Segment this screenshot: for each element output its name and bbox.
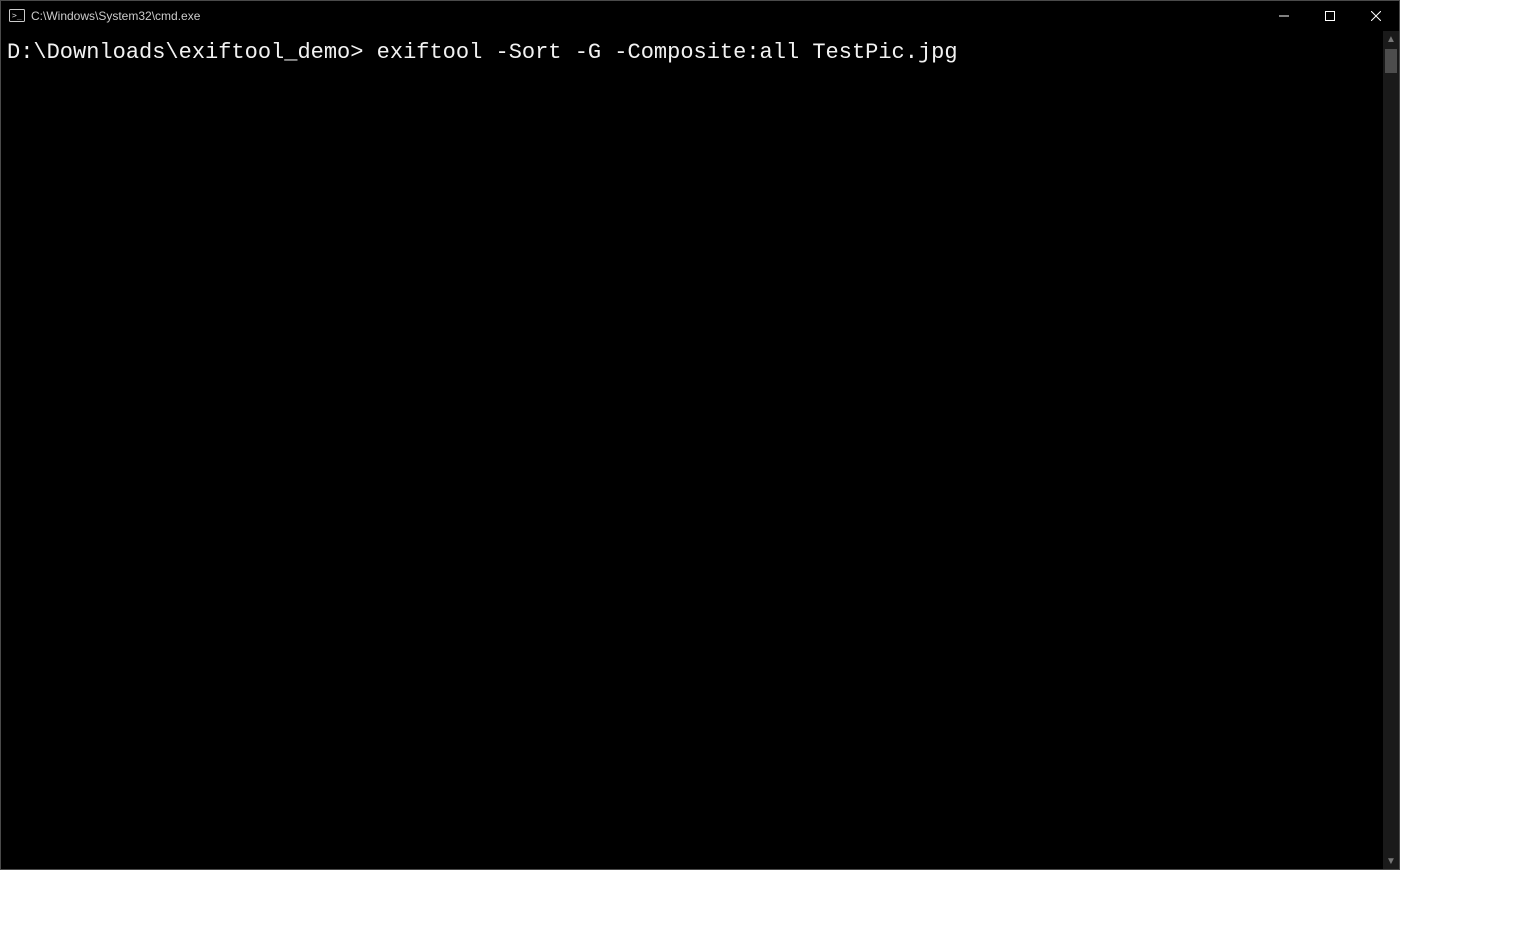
cmd-window: >_ C:\Windows\System32\cmd.exe D:\Downlo… [0,0,1400,870]
window-title: C:\Windows\System32\cmd.exe [31,9,200,23]
prompt-path: D:\Downloads\exiftool_demo> [7,40,377,65]
scroll-thumb[interactable] [1385,49,1397,73]
maximize-button[interactable] [1307,1,1353,31]
close-button[interactable] [1353,1,1399,31]
terminal-output[interactable]: D:\Downloads\exiftool_demo> exiftool -So… [1,31,1383,869]
command-text: exiftool -Sort -G -Composite:all TestPic… [377,40,958,65]
scroll-up-arrow[interactable]: ▲ [1383,31,1399,47]
vertical-scrollbar[interactable]: ▲ ▼ [1383,31,1399,869]
titlebar[interactable]: >_ C:\Windows\System32\cmd.exe [1,1,1399,31]
cmd-icon: >_ [9,8,25,24]
scroll-down-arrow[interactable]: ▼ [1383,853,1399,869]
minimize-button[interactable] [1261,1,1307,31]
svg-text:>_: >_ [12,11,22,20]
terminal-line: D:\Downloads\exiftool_demo> exiftool -So… [7,37,1383,68]
